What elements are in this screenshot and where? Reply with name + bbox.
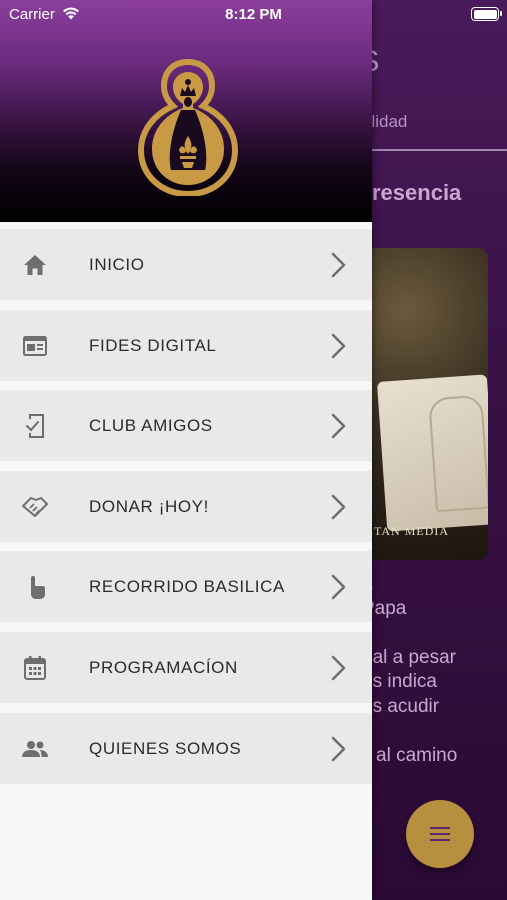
menu-item-label: RECORRIDO BASILICA (89, 577, 285, 597)
chevron-right-icon (331, 736, 346, 761)
chevron-right-icon (331, 655, 346, 681)
menu-item-label: DONAR ¡HOY! (89, 496, 209, 516)
people-icon (22, 740, 48, 757)
chevron-right-icon (331, 575, 346, 600)
menu-fab-button[interactable] (406, 800, 474, 868)
paragraph-line: os acudir (362, 695, 440, 717)
menu-item-programacion[interactable]: PROGRAMACÍON (0, 631, 372, 703)
paragraph-line: a (362, 572, 457, 597)
background-tab-indicator (372, 149, 507, 151)
paragraph-line: s (362, 719, 457, 744)
home-icon (24, 255, 46, 275)
paragraph-line: Papa (362, 597, 407, 619)
drawer-menu: INICIO FIDES DIGITAL CLUB AMIGOS DONAR ¡… (0, 229, 372, 793)
handshake-icon (22, 496, 48, 517)
image-caption: TAN MEDIA (374, 524, 450, 538)
paragraph-line: ual a pesar (362, 646, 457, 668)
paragraph-line: s (362, 621, 457, 646)
chevron-right-icon (331, 333, 346, 358)
paragraph-line: os indica (362, 671, 437, 692)
menu-item-quienes-somos[interactable]: QUIENES SOMOS (0, 712, 372, 784)
basilica-logo-icon (137, 58, 239, 196)
menu-item-label: INICIO (89, 255, 145, 274)
menu-item-donar[interactable]: DONAR ¡HOY! (0, 470, 372, 542)
status-time: 8:12 PM (225, 6, 282, 23)
chevron-right-icon (331, 413, 346, 439)
menu-item-label: PROGRAMACÍON (89, 657, 238, 677)
calendar-icon (24, 655, 46, 680)
menu-item-fides-digital[interactable]: FIDES DIGITAL (0, 309, 372, 381)
status-bar: Carrier 8:12 PM (0, 0, 507, 28)
menu-item-label: QUIENES SOMOS (89, 738, 242, 758)
menu-item-label: CLUB AMIGOS (89, 416, 213, 436)
book-illustration (376, 374, 488, 532)
menu-item-label: FIDES DIGITAL (89, 335, 217, 355)
menu-item-inicio[interactable]: INICIO (0, 229, 372, 300)
drawer-header (0, 0, 372, 222)
paragraph-line: al camino (376, 744, 458, 766)
background-headline[interactable]: resencia (372, 180, 461, 206)
battery-icon (471, 7, 502, 21)
hamburger-icon (430, 827, 450, 841)
menu-item-club-amigos[interactable]: CLUB AMIGOS (0, 390, 372, 462)
background-article-image[interactable]: TAN MEDIA (372, 248, 488, 560)
touch-icon (31, 576, 45, 600)
mobile-check-icon (26, 414, 44, 439)
newspaper-icon (23, 335, 47, 356)
background-paragraph: a Papa s ual a pesar os indica os acudir… (362, 572, 457, 768)
menu-item-recorrido-basilica[interactable]: RECORRIDO BASILICA (0, 551, 372, 623)
chevron-right-icon (331, 252, 346, 278)
navigation-drawer: INICIO FIDES DIGITAL CLUB AMIGOS DONAR ¡… (0, 0, 372, 900)
chevron-right-icon (331, 494, 346, 520)
